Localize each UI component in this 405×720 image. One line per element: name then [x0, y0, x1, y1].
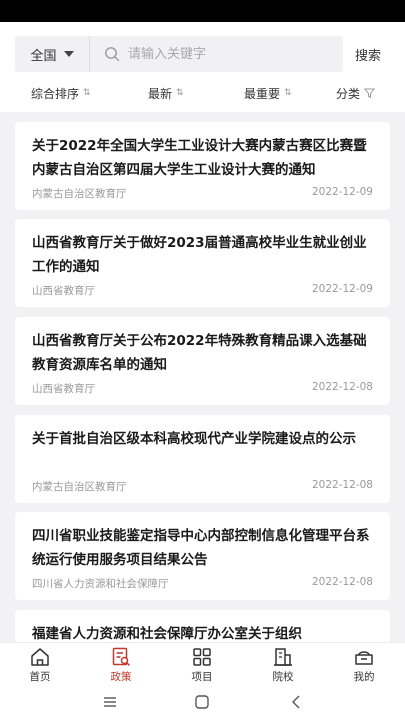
tab-profile[interactable]: 我的 — [337, 646, 391, 684]
news-card[interactable]: 关于首批自治区级本科高校现代产业学院建设点的公示 内蒙古自治区教育厅 2022-… — [15, 415, 390, 503]
region-label: 全国 — [30, 48, 57, 64]
news-card[interactable]: 关于2022年全国大学生工业设计大赛内蒙古赛区比赛暨内蒙古自治区第四届大学生工业… — [15, 122, 390, 210]
sort-bar: 综合排序 ⇅ 最新 ⇅ 最重要 ⇅ 分类 — [0, 80, 405, 106]
tab-label: 首页 — [29, 671, 51, 683]
news-date: 2022-12-08 — [311, 576, 373, 588]
tab-label: 院校 — [272, 671, 294, 683]
news-date: 2022-12-09 — [311, 283, 373, 295]
sort-label: 最重要 — [244, 86, 281, 101]
building-icon — [274, 648, 292, 666]
news-title: 关于2022年全国大学生工业设计大赛内蒙古赛区比赛暨内蒙古自治区第四届大学生工业… — [32, 138, 367, 178]
news-source: 内蒙古自治区教育厅 — [32, 188, 127, 200]
news-date: 2022-12-09 — [311, 186, 373, 198]
caret-down-icon — [63, 51, 74, 57]
sort-comprehensive[interactable]: 综合排序 ⇅ — [31, 80, 91, 106]
news-title: 关于首批自治区级本科高校现代产业学院建设点的公示 — [32, 431, 356, 447]
tab-schools[interactable]: 院校 — [256, 646, 310, 684]
news-date: 2022-12-08 — [311, 381, 373, 393]
bottom-tab-bar: 首页 政策 项目 院校 我的 — [0, 642, 405, 684]
tab-projects[interactable]: 项目 — [175, 646, 229, 684]
tab-label: 我的 — [353, 671, 375, 683]
filter-icon — [364, 88, 376, 98]
search-row: 全国 搜索 — [15, 36, 390, 72]
back-icon[interactable] — [288, 694, 304, 710]
sort-latest[interactable]: 最新 ⇅ — [148, 80, 184, 106]
sort-arrows-icon: ⇅ — [83, 88, 91, 98]
search-box: 全国 — [15, 36, 343, 72]
policy-document-icon — [112, 647, 130, 666]
news-list: 关于2022年全国大学生工业设计大赛内蒙古赛区比赛暨内蒙古自治区第四届大学生工业… — [0, 112, 405, 642]
news-source: 山西省教育厅 — [32, 285, 95, 297]
sort-label: 综合排序 — [31, 86, 80, 101]
tab-label: 项目 — [191, 671, 213, 683]
tab-label: 政策 — [110, 671, 132, 683]
profile-icon — [355, 651, 373, 665]
grid-icon — [193, 648, 211, 666]
menu-icon[interactable] — [102, 694, 118, 710]
home-icon — [31, 648, 49, 666]
system-navigation-bar — [0, 684, 405, 720]
news-card[interactable]: 山西省教育厅关于做好2023届普通高校毕业生就业创业工作的通知 山西省教育厅 2… — [15, 219, 390, 307]
news-card[interactable]: 四川省职业技能鉴定指导中心内部控制信息化管理平台系统运行使用服务项目结果公告 四… — [15, 512, 390, 600]
news-source: 四川省人力资源和社会保障厅 — [32, 578, 169, 590]
news-date: 2022-12-08 — [311, 479, 373, 491]
news-card[interactable]: 山西省教育厅关于公布2022年特殊教育精品课入选基础教育资源库名单的通知 山西省… — [15, 317, 390, 405]
home-button-icon[interactable] — [194, 694, 210, 710]
sort-category[interactable]: 分类 — [336, 80, 376, 106]
region-dropdown[interactable]: 全国 — [15, 36, 90, 72]
search-icon — [105, 47, 120, 62]
news-card[interactable]: 福建省人力资源和社会保障厅办公室关于组织 — [15, 610, 390, 642]
search-button[interactable]: 搜索 — [355, 45, 381, 64]
news-title: 福建省人力资源和社会保障厅办公室关于组织 — [32, 626, 302, 642]
news-source: 内蒙古自治区教育厅 — [32, 481, 127, 493]
tab-home[interactable]: 首页 — [13, 646, 67, 684]
sort-label: 分类 — [336, 86, 361, 101]
sort-arrows-icon: ⇅ — [284, 88, 292, 98]
sort-label: 最新 — [148, 86, 173, 101]
status-bar — [0, 0, 405, 22]
sort-arrows-icon: ⇅ — [176, 88, 184, 98]
news-title: 山西省教育厅关于做好2023届普通高校毕业生就业创业工作的通知 — [32, 235, 367, 275]
news-title: 四川省职业技能鉴定指导中心内部控制信息化管理平台系统运行使用服务项目结果公告 — [32, 528, 370, 568]
tab-policy[interactable]: 政策 — [94, 646, 148, 684]
news-source: 山西省教育厅 — [32, 383, 95, 395]
news-title: 山西省教育厅关于公布2022年特殊教育精品课入选基础教育资源库名单的通知 — [32, 333, 367, 373]
sort-importance[interactable]: 最重要 ⇅ — [244, 80, 292, 106]
search-input[interactable] — [120, 36, 343, 72]
